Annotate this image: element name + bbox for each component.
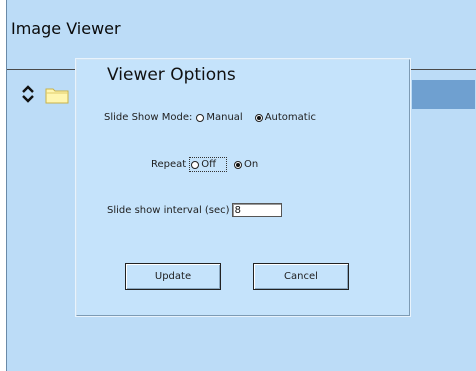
repeat-row: Repeat Off On bbox=[151, 157, 258, 172]
slide-show-mode-label: Slide Show Mode: bbox=[104, 112, 193, 123]
folder-icon[interactable] bbox=[45, 86, 69, 104]
radio-manual-label: Manual bbox=[206, 112, 243, 123]
radio-repeat-off-label: Off bbox=[201, 159, 216, 170]
app-title: Image Viewer bbox=[11, 19, 121, 38]
radio-repeat-on[interactable]: On bbox=[233, 159, 259, 170]
radio-repeat-on-label: On bbox=[243, 159, 259, 170]
up-down-arrow-icon[interactable] bbox=[21, 84, 35, 104]
radio-repeat-off[interactable]: Off bbox=[189, 157, 227, 172]
selected-item-highlight[interactable] bbox=[412, 80, 475, 109]
radio-automatic[interactable]: Automatic bbox=[254, 112, 316, 123]
cancel-button[interactable]: Cancel bbox=[253, 263, 349, 290]
dialog-title: Viewer Options bbox=[107, 65, 236, 85]
radio-repeat-on-indicator[interactable] bbox=[233, 160, 242, 169]
radio-repeat-off-indicator[interactable] bbox=[191, 160, 200, 169]
radio-automatic-label: Automatic bbox=[264, 112, 316, 123]
repeat-label: Repeat bbox=[151, 159, 187, 170]
viewer-options-dialog: Viewer Options Slide Show Mode: Manual A… bbox=[76, 59, 410, 316]
radio-manual[interactable]: Manual bbox=[196, 112, 243, 123]
radio-automatic-indicator[interactable] bbox=[254, 113, 263, 122]
update-button[interactable]: Update bbox=[125, 263, 221, 290]
interval-row: Slide show interval (sec) bbox=[107, 203, 282, 217]
slide-show-mode-row: Slide Show Mode: Manual Automatic bbox=[104, 112, 316, 123]
radio-manual-indicator[interactable] bbox=[196, 113, 205, 122]
interval-label: Slide show interval (sec) bbox=[107, 204, 230, 216]
interval-input[interactable] bbox=[231, 203, 282, 217]
